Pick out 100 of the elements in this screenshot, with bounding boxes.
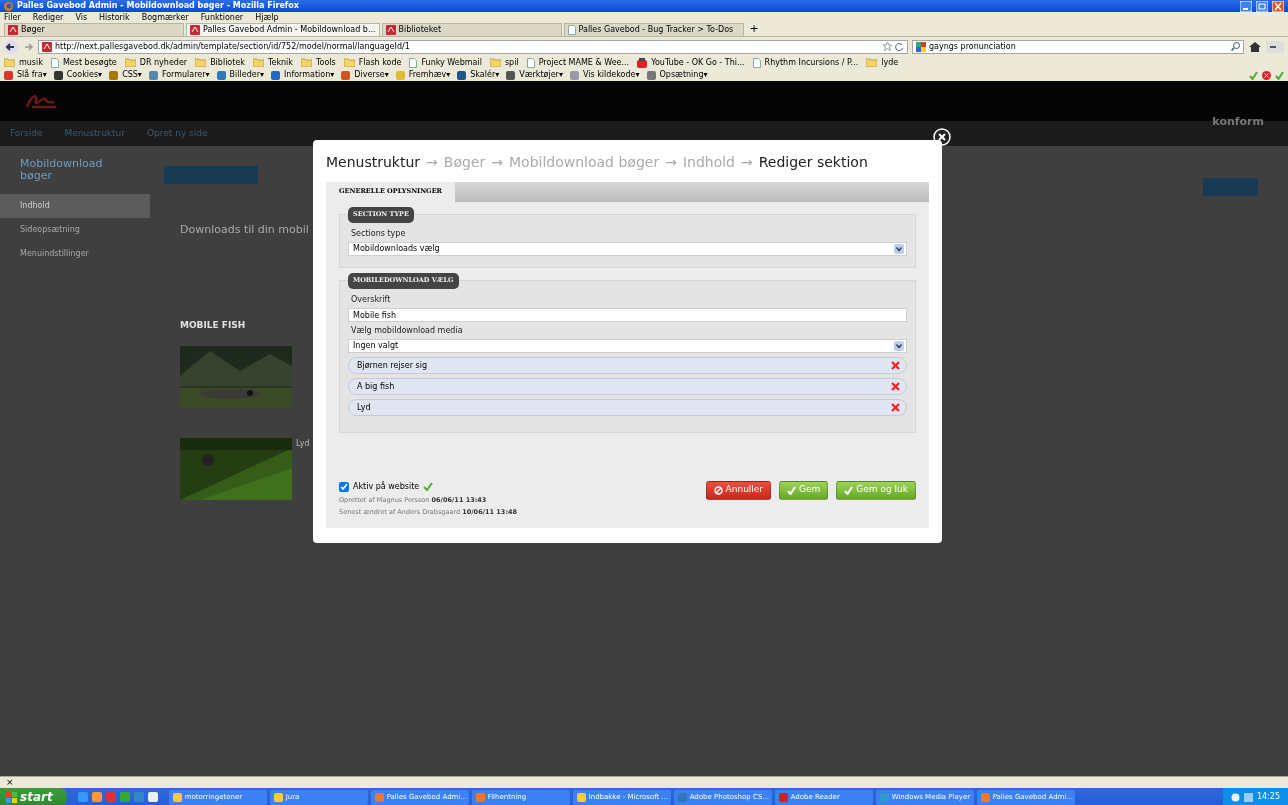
toolbar-menu[interactable]: Fremhæv▾ <box>408 69 451 81</box>
minimize-icon[interactable] <box>1240 0 1252 12</box>
browser-tab[interactable]: Palles Gavebod - Bug Tracker > To-Dos <box>563 23 744 36</box>
window-title: Palles Gavebod Admin - Mobildownload bøger - Mozilla Firefox <box>17 0 299 12</box>
breadcrumb-separator: → <box>491 152 503 172</box>
checkbox[interactable] <box>339 481 349 492</box>
toolbar-menu[interactable]: Opsætning▾ <box>659 69 708 81</box>
site-icon <box>8 25 18 35</box>
toolbar-menu[interactable]: CSS▾ <box>122 69 142 81</box>
sidebar-item[interactable]: Indhold <box>0 194 150 219</box>
remove-icon[interactable] <box>891 382 900 391</box>
check-icon <box>423 482 434 491</box>
media-item[interactable]: A big fish <box>348 378 907 395</box>
toolbar-menu[interactable]: Diverse▾ <box>354 69 389 81</box>
browser-tab[interactable]: Biblioteket <box>381 23 562 36</box>
tab-label: Bøger <box>21 24 45 36</box>
breadcrumb-separator: → <box>741 152 753 172</box>
browser-tab[interactable]: Bøger <box>4 23 184 36</box>
star-icon[interactable] <box>883 42 892 51</box>
toolbar-menu[interactable]: Billeder▾ <box>229 69 264 81</box>
menu-item[interactable]: Bogmærker <box>141 11 189 24</box>
site-icon <box>190 25 200 35</box>
app-icon[interactable] <box>147 792 158 802</box>
bookmark-item[interactable]: Tools <box>300 56 336 69</box>
page-icon <box>567 25 576 35</box>
media-item[interactable]: Bjørnen rejser sig <box>348 357 907 374</box>
select-value: Mobildownloads vælg <box>353 243 440 255</box>
select-field[interactable]: Ingen valgt <box>348 339 907 353</box>
toolbar-menu[interactable]: Værktøjer▾ <box>519 69 563 81</box>
search-field[interactable]: gayngs pronunciation <box>912 39 1244 54</box>
app-icon <box>879 792 889 802</box>
select-field[interactable]: Mobildownloads vælg <box>348 242 907 256</box>
address-bar[interactable]: http://next.pallesgavebod.dk/admin/template/section/id/752/model/normal/languageId/1 <box>38 39 908 54</box>
remove-icon[interactable] <box>891 361 900 370</box>
bookmark-item[interactable]: Bibliotek <box>195 56 245 69</box>
bookmark-item[interactable]: Flash kode <box>343 56 402 69</box>
app-icon <box>778 792 788 802</box>
app-icon <box>374 792 384 802</box>
dropdown-icon[interactable] <box>894 244 904 254</box>
folder-icon <box>252 58 264 67</box>
folder-icon <box>866 58 878 67</box>
cancel-button[interactable]: Annuller <box>705 480 772 500</box>
remove-icon[interactable] <box>891 403 900 412</box>
app-icon <box>273 792 283 802</box>
tool-icon <box>270 70 280 80</box>
menu-item[interactable]: Hjælp <box>255 11 279 24</box>
close-find-button[interactable]: × <box>6 775 14 790</box>
media-item[interactable]: Lyd <box>348 399 907 416</box>
bookmark-item[interactable]: musik <box>4 56 43 69</box>
menu-item[interactable]: Vis <box>75 11 88 24</box>
item-label: Lyd <box>357 401 371 414</box>
reload-icon[interactable] <box>895 42 904 51</box>
restore-icon[interactable] <box>1256 0 1268 12</box>
tool-icon <box>4 70 13 80</box>
section-title: MOBILE FISH <box>180 318 246 332</box>
toolbar-menu[interactable]: Vis kildekode▾ <box>582 69 640 81</box>
menu-item[interactable]: Historik <box>99 11 130 24</box>
search-text: gayngs pronunciation <box>929 40 1016 53</box>
toolbar-menu[interactable]: Cookies▾ <box>66 69 103 81</box>
dropdown-icon[interactable] <box>894 341 904 351</box>
app-icon <box>172 792 182 802</box>
sidebar-item[interactable]: Sideopsætning <box>0 218 150 243</box>
item-label: A big fish <box>357 380 395 393</box>
bookmark-label: lyde <box>881 56 899 69</box>
app-icon[interactable] <box>91 792 102 802</box>
toolbar-menu[interactable]: Skalér▾ <box>470 69 500 81</box>
back-icon[interactable] <box>4 39 20 54</box>
app-icon[interactable] <box>77 792 88 802</box>
windows-logo-icon <box>6 791 17 803</box>
bookmark-item[interactable]: Teknik <box>252 56 293 69</box>
bookmark-item[interactable]: Funky Webmail <box>409 56 482 69</box>
new-tab-button[interactable]: + <box>745 21 763 38</box>
breadcrumb-current: Rediger sektion <box>758 152 868 172</box>
site-icon <box>385 25 396 35</box>
text-input[interactable]: Mobile fish <box>348 308 907 322</box>
home-icon[interactable] <box>1248 40 1262 53</box>
toolbar-menu[interactable]: Formularer▾ <box>161 69 210 81</box>
bookmark-item[interactable]: lyde <box>866 56 899 69</box>
tab-label: Palles Gavebod Admin - Mobildownload b... <box>203 24 376 36</box>
app-icon <box>677 792 687 802</box>
menu-item[interactable]: Filer <box>4 11 21 24</box>
extension-icon[interactable] <box>1266 40 1284 53</box>
toolbar-menu[interactable]: Information▾ <box>283 69 335 81</box>
bookmark-item[interactable]: Mest besøgte <box>50 56 117 69</box>
browser-tab[interactable]: Palles Gavebod Admin - Mobildownload b... <box>186 23 380 36</box>
bookmark-item[interactable]: spil <box>489 56 519 69</box>
field-label: Sections type <box>351 228 407 240</box>
check-icon <box>1249 70 1258 80</box>
tool-icon <box>506 70 516 80</box>
start-button[interactable]: start <box>0 788 67 805</box>
search-icon[interactable] <box>1231 42 1240 51</box>
forward-icon[interactable] <box>24 41 34 52</box>
sidebar-item[interactable]: Menuindstillinger <box>0 242 150 267</box>
tool-icon <box>148 70 158 80</box>
menu-item[interactable]: Rediger <box>32 11 64 24</box>
toolbar-menu[interactable]: Slå fra▾ <box>17 69 47 81</box>
bookmark-label: Flash kode <box>358 56 402 69</box>
menu-item[interactable]: Funktioner <box>200 11 244 24</box>
bookmark-label: Mest besøgte <box>62 56 117 69</box>
bookmark-item[interactable]: DR nyheder <box>124 56 188 69</box>
